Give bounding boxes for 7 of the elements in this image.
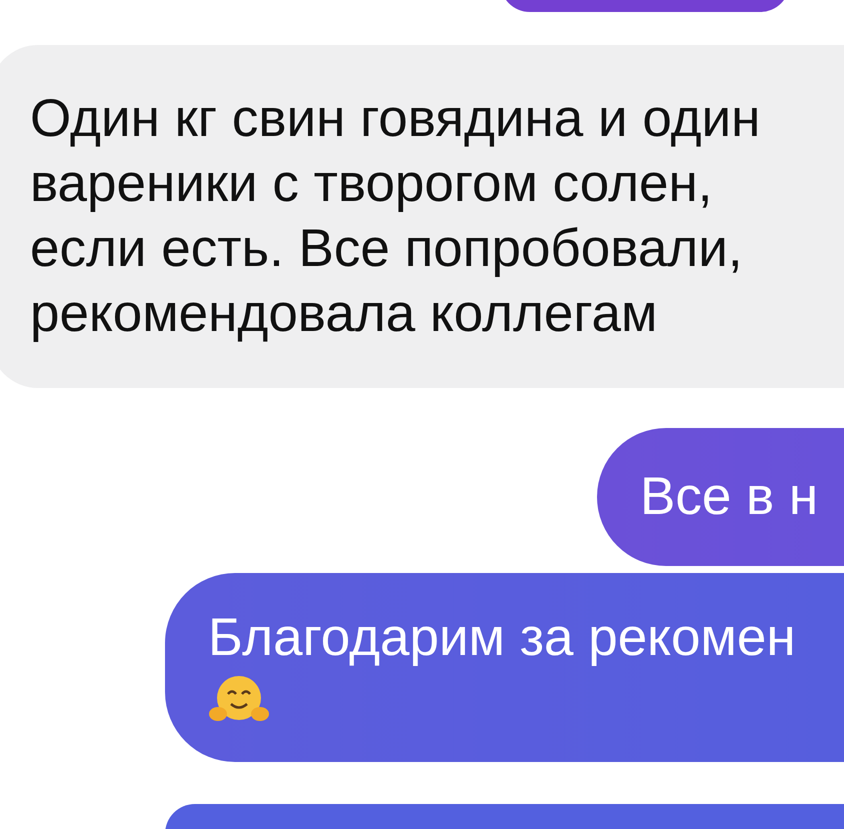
message-text: Все в н	[640, 466, 818, 528]
message-text: рекомендовала коллегам	[30, 283, 658, 345]
message-text: вареники с творогом солен,	[30, 153, 712, 215]
message-text: Благодарим за рекомен	[208, 607, 796, 669]
message-text: Один кг свин говядина и один	[30, 88, 760, 150]
hugging-emoji-icon	[208, 674, 270, 724]
message-text: если есть. Все попробовали,	[30, 218, 743, 280]
